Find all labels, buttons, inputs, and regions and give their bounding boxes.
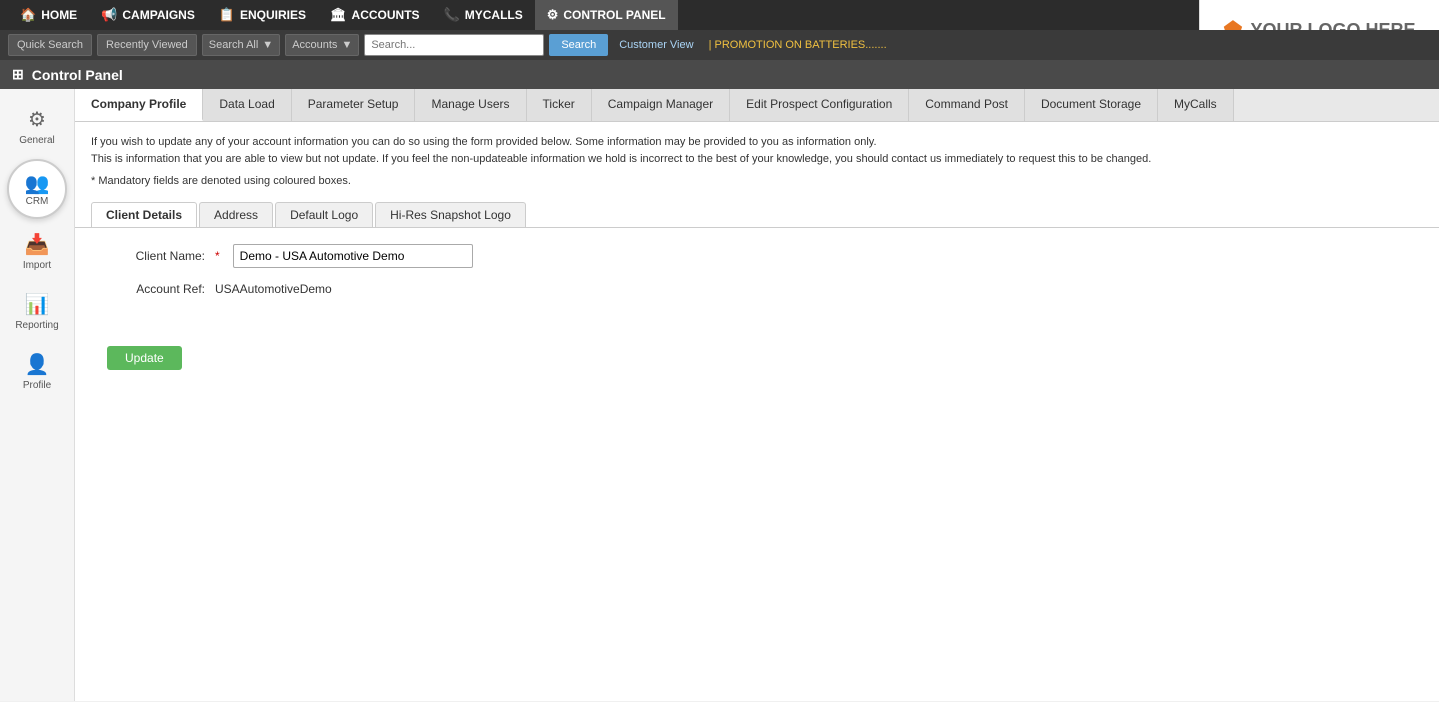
sidebar-label-general: General	[19, 135, 55, 146]
tab-company-profile[interactable]: Company Profile	[75, 89, 203, 121]
info-line1: If you wish to update any of your accoun…	[91, 134, 1423, 151]
accounts-icon: 🏛	[330, 7, 347, 23]
sidebar-item-general[interactable]: ⚙ General	[5, 99, 70, 154]
sidebar-item-crm[interactable]: 👥 CRM	[7, 159, 67, 219]
sidebar-label-profile: Profile	[23, 380, 51, 391]
sidebar-label-crm: CRM	[26, 196, 49, 207]
profile-icon: 👤	[25, 352, 50, 377]
client-name-row: Client Name: *	[95, 244, 1419, 268]
general-icon: ⚙	[28, 107, 46, 132]
mycalls-icon: 📞	[444, 7, 460, 23]
page-title: Control Panel	[32, 67, 123, 83]
form-actions: Update	[75, 326, 1439, 400]
sub-tab-address[interactable]: Address	[199, 202, 273, 227]
account-ref-value: USAAutomotiveDemo	[215, 282, 332, 296]
tab-manage-users[interactable]: Manage Users	[415, 89, 526, 121]
sidebar-item-profile[interactable]: 👤 Profile	[5, 344, 70, 399]
nav-mycalls[interactable]: 📞 MYCALLS	[432, 0, 535, 30]
ticker-text: | PROMOTION ON BATTERIES.......	[709, 39, 887, 51]
reporting-icon: 📊	[25, 292, 50, 317]
sidebar-label-reporting: Reporting	[15, 320, 58, 331]
sidebar-item-reporting[interactable]: 📊 Reporting	[5, 284, 70, 339]
nav-control-panel[interactable]: ⚙ CONTROL PANEL	[535, 0, 678, 30]
sub-tab-client-details[interactable]: Client Details	[91, 202, 197, 227]
tab-command-post[interactable]: Command Post	[909, 89, 1025, 121]
search-all-dropdown[interactable]: Search All ▼	[202, 34, 280, 56]
tab-edit-prospect-config[interactable]: Edit Prospect Configuration	[730, 89, 909, 121]
nav-home[interactable]: 🏠 HOME	[8, 0, 89, 30]
account-ref-label: Account Ref:	[95, 282, 205, 296]
tab-data-load[interactable]: Data Load	[203, 89, 291, 121]
tab-document-storage[interactable]: Document Storage	[1025, 89, 1158, 121]
account-ref-row: Account Ref: USAAutomotiveDemo	[95, 282, 1419, 296]
import-icon: 📥	[25, 232, 50, 257]
mandatory-note: * Mandatory fields are denoted using col…	[75, 172, 1439, 197]
update-button[interactable]: Update	[107, 346, 182, 370]
crm-icon: 👥	[25, 171, 50, 196]
client-name-input[interactable]	[233, 244, 473, 268]
info-line2: This is information that you are able to…	[91, 151, 1423, 168]
enquiries-icon: 📋	[219, 7, 235, 23]
search-go-button[interactable]: Search	[549, 34, 608, 56]
control-panel-icon: ⚙	[547, 7, 559, 23]
sidebar-label-import: Import	[23, 260, 51, 271]
tab-mycalls[interactable]: MyCalls	[1158, 89, 1234, 121]
form-area: Client Name: * Account Ref: USAAutomotiv…	[75, 228, 1439, 326]
client-name-label: Client Name:	[95, 249, 205, 263]
client-name-required: *	[215, 249, 220, 263]
accounts-dropdown[interactable]: Accounts ▼	[285, 34, 359, 56]
tabs-bar: Company Profile Data Load Parameter Setu…	[75, 89, 1439, 122]
nav-accounts[interactable]: 🏛 ACCOUNTS	[318, 0, 432, 30]
sub-tabs-bar: Client Details Address Default Logo Hi-R…	[75, 197, 1439, 228]
nav-enquiries[interactable]: 📋 ENQUIRIES	[207, 0, 318, 30]
main-container: ⚙ General 👥 CRM 📥 Import 📊 Reporting 👤 P…	[0, 89, 1439, 701]
nav-campaigns[interactable]: 📢 CAMPAIGNS	[89, 0, 207, 30]
sub-tab-default-logo[interactable]: Default Logo	[275, 202, 373, 227]
page-header: ⊞ Control Panel	[0, 60, 1439, 89]
page-header-icon: ⊞	[12, 66, 24, 83]
sidebar: ⚙ General 👥 CRM 📥 Import 📊 Reporting 👤 P…	[0, 89, 75, 701]
customer-view-link[interactable]: Customer View	[619, 39, 693, 51]
recently-viewed-button[interactable]: Recently Viewed	[97, 34, 197, 56]
info-text: If you wish to update any of your accoun…	[75, 122, 1439, 172]
campaigns-icon: 📢	[101, 7, 117, 23]
search-bar: Quick Search Recently Viewed Search All …	[0, 30, 1439, 60]
home-icon: 🏠	[20, 7, 36, 23]
tab-ticker[interactable]: Ticker	[527, 89, 592, 121]
tab-campaign-manager[interactable]: Campaign Manager	[592, 89, 730, 121]
content-area: Company Profile Data Load Parameter Setu…	[75, 89, 1439, 701]
sub-tab-hi-res-logo[interactable]: Hi-Res Snapshot Logo	[375, 202, 526, 227]
tab-parameter-setup[interactable]: Parameter Setup	[292, 89, 416, 121]
quick-search-button[interactable]: Quick Search	[8, 34, 92, 56]
sidebar-item-import[interactable]: 📥 Import	[5, 224, 70, 279]
search-input[interactable]	[364, 34, 544, 56]
